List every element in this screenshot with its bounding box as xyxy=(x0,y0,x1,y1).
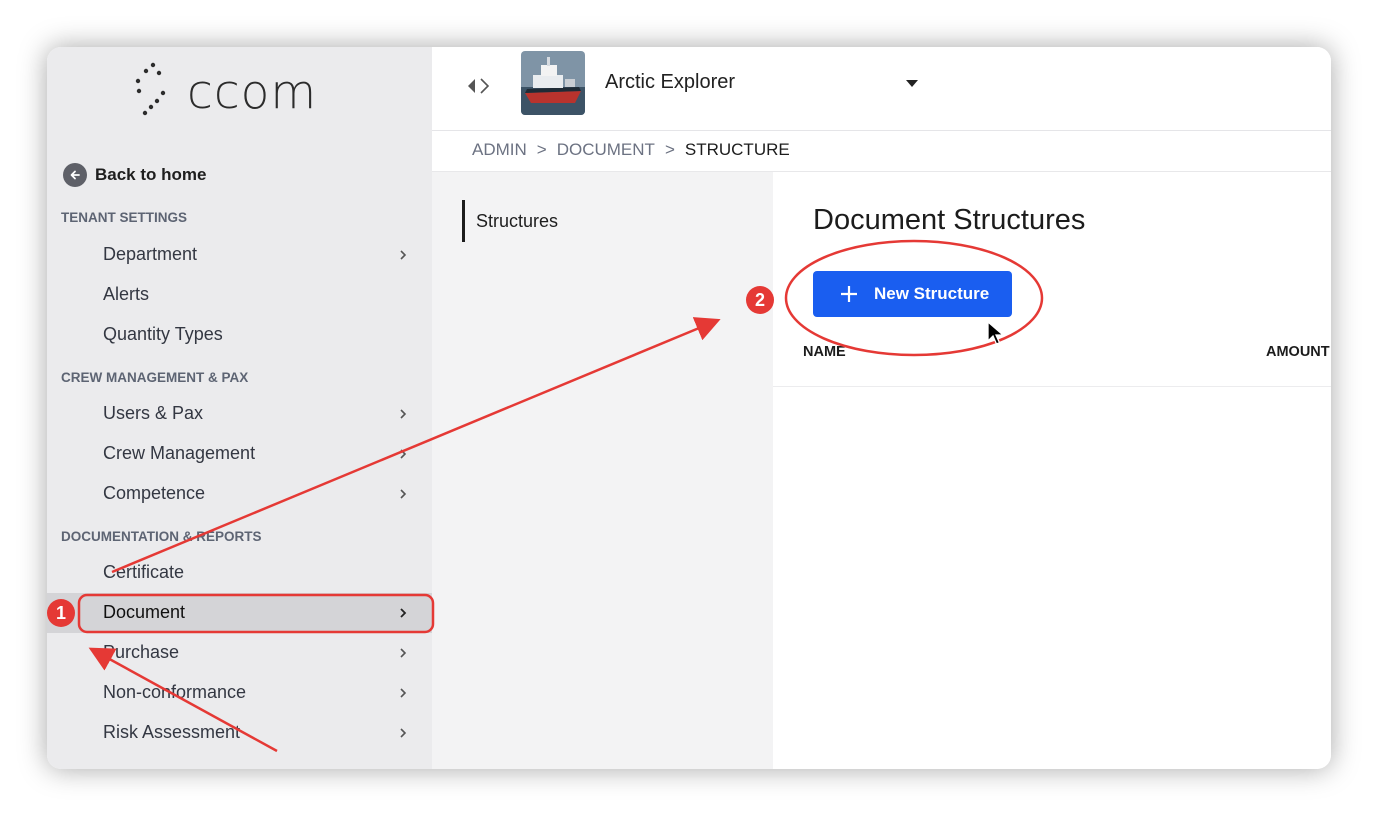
sidebar-item-label: Non-conformance xyxy=(103,682,247,702)
page-title: Document Structures xyxy=(813,204,1086,236)
top-header: Arctic Explorer xyxy=(432,47,1331,131)
ccom-logo[interactable]: ccom xyxy=(133,57,333,120)
logo-dots-icon xyxy=(135,62,166,116)
main-content: Document Structures New Structure NAME A… xyxy=(773,172,1331,769)
new-structure-label: New Structure xyxy=(874,284,990,303)
chevron-right-icon xyxy=(400,250,407,260)
chevron-right-icon xyxy=(400,608,407,618)
sidebar-item-quantity-types[interactable]: Quantity Types xyxy=(47,315,432,355)
sidebar-item-competence[interactable]: Competence xyxy=(47,474,432,514)
vessel-image[interactable] xyxy=(521,51,585,115)
sidebar-item-users-pax[interactable]: Users & Pax xyxy=(47,394,432,434)
sidebar-item-non-conformance[interactable]: Non-conformance xyxy=(47,673,432,713)
back-to-home-label: Back to home xyxy=(95,165,207,184)
sidebar-item-crew-management[interactable]: Crew Management xyxy=(47,434,432,474)
table-divider xyxy=(773,386,1331,387)
breadcrumb-separator: > xyxy=(664,140,675,159)
sidebar-item-label: Crew Management xyxy=(103,443,256,463)
new-structure-button[interactable]: New Structure xyxy=(813,271,1012,317)
plus-icon xyxy=(841,286,857,302)
ship-icon xyxy=(521,51,585,115)
sidebar-item-label: Alerts xyxy=(103,284,150,304)
chevron-right-icon xyxy=(400,688,407,698)
step-badge-2: 2 xyxy=(746,286,774,314)
sidebar-item-label: Quantity Types xyxy=(103,324,223,344)
breadcrumb-structure: STRUCTURE xyxy=(684,140,790,159)
sidebar-item-label: Risk Assessment xyxy=(103,722,241,742)
section-title-crew-management: CREW MANAGEMENT & PAX xyxy=(61,370,249,385)
sidebar-item-label: Users & Pax xyxy=(103,403,204,423)
column-header-name[interactable]: NAME xyxy=(803,344,846,360)
subnav-item-structures[interactable]: Structures xyxy=(462,200,745,242)
chevron-right-icon xyxy=(400,728,407,738)
subnav-item-label: Structures xyxy=(476,211,559,231)
sidebar-item-certificate[interactable]: Certificate xyxy=(47,553,432,593)
caret-down-icon[interactable] xyxy=(905,78,919,88)
sidebar-item-label: Certificate xyxy=(103,562,185,582)
section-title-tenant-settings: TENANT SETTINGS xyxy=(61,210,188,225)
chevron-right-icon xyxy=(400,648,407,658)
back-to-home-link[interactable]: Back to home xyxy=(63,163,206,187)
logo-text: ccom xyxy=(187,65,318,120)
sidebar-item-department[interactable]: Department xyxy=(47,235,432,275)
sidebar-item-label: Department xyxy=(103,244,198,264)
sidebar-item-label: Document xyxy=(103,602,186,622)
sub-navigation: Structures xyxy=(432,172,773,769)
chevron-right-icon xyxy=(400,449,407,459)
sidebar-item-label: Purchase xyxy=(103,642,180,662)
mouse-cursor-icon xyxy=(987,321,1005,345)
app-window: ccom Back to home TENANT SETTINGS Depart… xyxy=(47,47,1331,769)
chevron-right-icon xyxy=(400,489,407,499)
breadcrumb: ADMIN > DOCUMENT > STRUCTURE xyxy=(432,131,1331,172)
vessel-name: Arctic Explorer xyxy=(605,71,736,93)
sidebar-item-risk-assessment[interactable]: Risk Assessment xyxy=(47,713,432,753)
sidebar-item-purchase[interactable]: Purchase xyxy=(47,633,432,673)
arrow-left-icon xyxy=(63,163,87,187)
breadcrumb-admin[interactable]: ADMIN xyxy=(472,140,527,160)
step-badge-1: 1 xyxy=(47,599,75,627)
sidebar-toggle-icon[interactable] xyxy=(465,77,491,95)
sidebar-item-document[interactable]: Document xyxy=(47,593,432,633)
sidebar: ccom Back to home TENANT SETTINGS Depart… xyxy=(47,47,432,769)
chevron-right-icon xyxy=(400,409,407,419)
column-header-amount[interactable]: AMOUNT xyxy=(1266,344,1330,360)
sidebar-item-alerts[interactable]: Alerts xyxy=(47,275,432,315)
sidebar-item-label: Competence xyxy=(103,483,206,503)
section-title-documentation-reports: DOCUMENTATION & REPORTS xyxy=(61,529,262,544)
breadcrumb-document[interactable]: DOCUMENT xyxy=(557,140,655,160)
breadcrumb-separator: > xyxy=(536,140,547,159)
